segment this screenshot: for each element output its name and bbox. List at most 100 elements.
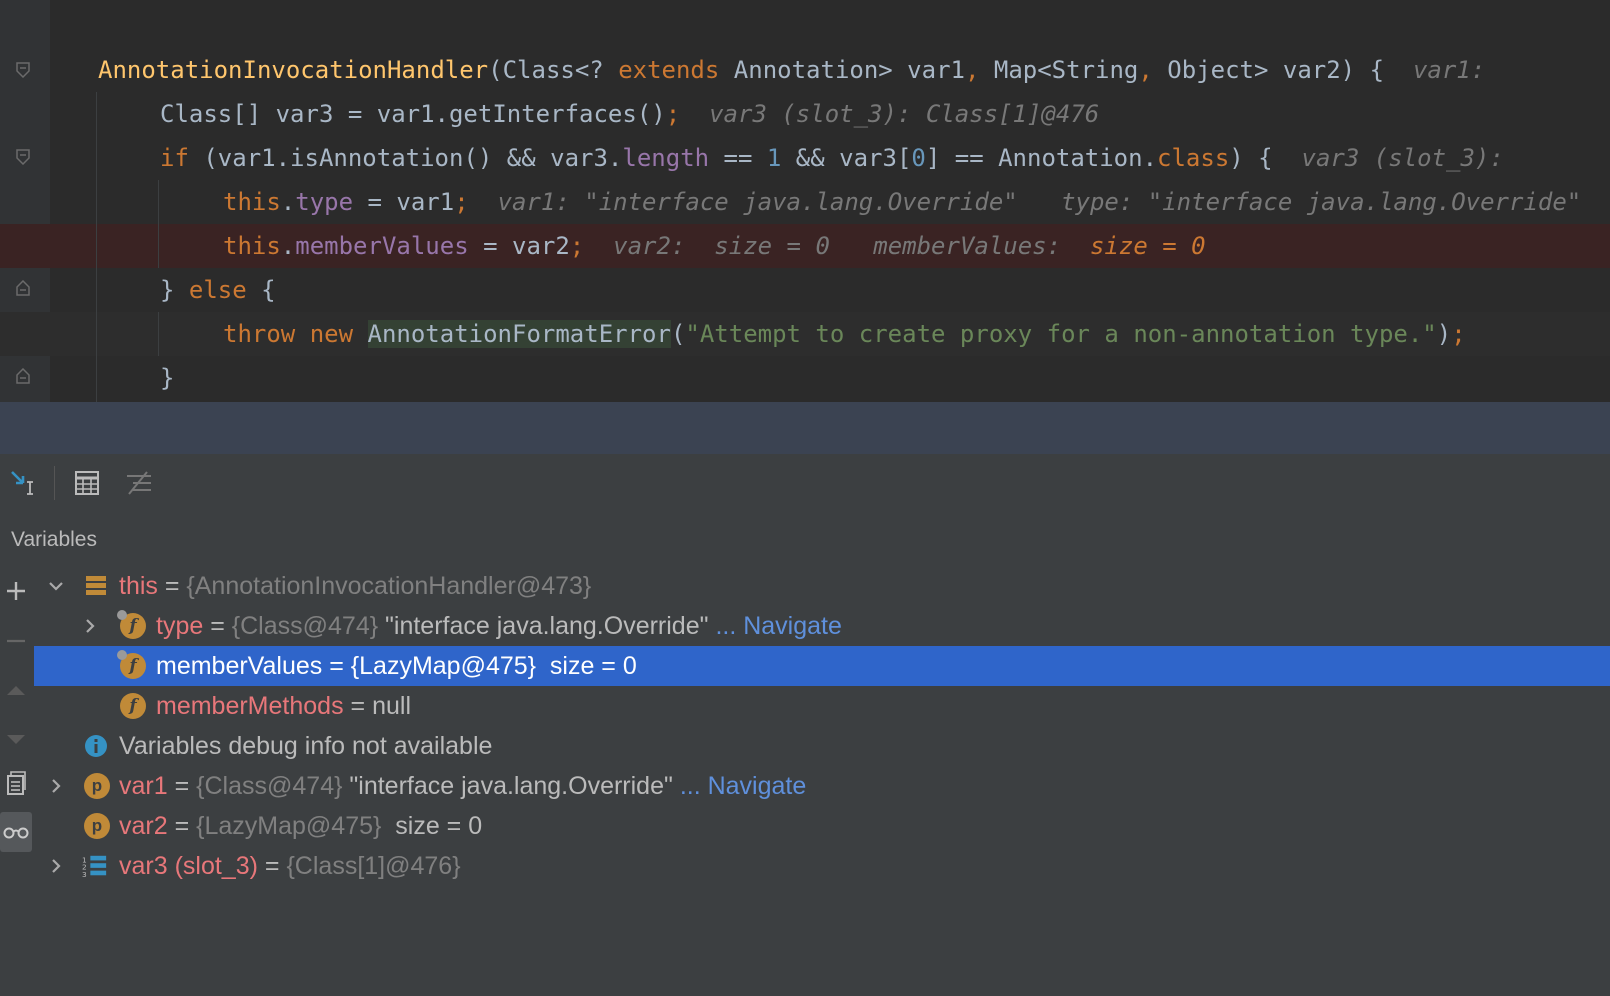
variable-value: {Class[1]@476} [286,852,461,880]
remove-watch-icon[interactable] [0,624,32,658]
move-down-icon[interactable] [0,722,32,756]
code-token: 1 [766,144,782,172]
info-icon [85,735,107,757]
code-token: "Attempt to create proxy for a non-annot… [685,320,1437,348]
code-token: 0 [911,144,926,172]
variables-tree[interactable]: this = {AnnotationInvocationHandler@473}… [34,566,1610,996]
code-token: this [223,232,281,260]
code-token: && var3[ [781,144,912,172]
code-token: AnnotationFormatError [367,320,671,348]
tree-row-var2[interactable]: p var2 = {LazyMap@475} size = 0 [34,806,1610,846]
variable-value: {LazyMap@475} [196,812,382,840]
code-token: { [246,276,276,304]
equals-sign: = [203,612,232,640]
parameter-icon: p [84,813,110,839]
code-line: } else { [0,268,1610,312]
cursor-to-line-icon[interactable] [6,466,40,500]
indent-guide [158,180,159,268]
code-token: else [188,276,247,304]
move-up-icon[interactable] [0,674,32,708]
variable-name: var1 [119,772,168,800]
copy-icon[interactable] [0,766,32,800]
chevron-down-icon[interactable] [48,578,64,594]
field-icon: f [117,650,146,679]
code-text: AnnotationInvocationHandler(Class<? exte… [98,48,1485,92]
code-token: if [160,144,189,172]
variable-value: {Class@474} [196,772,343,800]
code-token: ) { [1229,144,1302,172]
code-text: if (var1.isAnnotation() && var3.length =… [160,136,1504,180]
code-text: Class[] var3 = var1.getInterfaces(); var… [160,92,1099,136]
tree-row-membermethods[interactable]: f memberMethods = null [34,686,1610,726]
code-token: . [280,232,296,260]
code-token: class [1157,144,1230,172]
code-token: , [964,56,980,84]
panel-splitter[interactable] [0,402,1610,454]
equals-sign: = [167,812,197,840]
navigate-link[interactable]: ... Navigate [709,612,841,640]
variable-value: {LazyMap@475} [350,652,537,680]
add-watch-icon[interactable] [0,574,32,608]
code-token: ) [1436,320,1452,348]
tree-row-var3[interactable]: 123 var3 (slot_3) = {Class[1]@476} [34,846,1610,886]
code-line: AnnotationInvocationHandler(Class<? exte… [0,48,1610,92]
code-token: ; [1451,320,1466,348]
code-token: throw new [223,320,354,348]
variable-name: memberMethods [156,692,344,720]
variable-value: {AnnotationInvocationHandler@473} [186,572,592,600]
code-line: if (var1.isAnnotation() && var3.length =… [0,136,1610,180]
code-token: Object> var2) { [1152,56,1413,84]
code-token: ; [665,100,681,128]
code-line: throw new AnnotationFormatError("Attempt… [0,312,1610,356]
code-token: memberValues [295,232,469,260]
code-text: } else { [160,268,276,312]
variables-side-rail [0,566,35,996]
variable-name: type [156,612,204,640]
debug-toolbar [0,454,1610,513]
chevron-right-icon[interactable] [48,858,64,874]
indent-guide [158,312,159,356]
code-line: } [0,356,1610,400]
tree-list-icon[interactable] [122,466,156,500]
code-token: } [160,276,189,304]
variable-size: size = 0 [381,812,483,840]
equals-sign: = [257,852,287,880]
equals-sign: = [167,772,197,800]
tree-row-this[interactable]: this = {AnnotationInvocationHandler@473} [34,566,1610,606]
variables-panel-title: Variables [11,528,97,551]
tree-row-info: Variables debug info not available [34,726,1610,766]
code-token: length [622,144,710,172]
code-token: == [709,144,767,172]
equals-sign: = [343,692,373,720]
code-text: throw new AnnotationFormatError("Attempt… [223,312,1466,356]
tree-row-var1[interactable]: p var1 = {Class@474} "interface java.lan… [34,766,1610,806]
equals-sign: = [157,572,187,600]
code-line: this.type = var1; var1: "interface java.… [0,180,1610,224]
chevron-right-icon[interactable] [82,618,98,634]
code-token: } [160,364,175,392]
variable-value: null [372,692,411,720]
tree-row-membervalues[interactable]: f memberValues = {LazyMap@475} size = 0 [34,646,1610,686]
code-editor[interactable]: AnnotationInvocationHandler(Class<? exte… [0,0,1610,402]
variable-name: var3 (slot_3) [119,852,258,880]
equals-sign: = [322,652,351,680]
variable-string-value: "interface java.lang.Override" [378,612,709,640]
code-token: Annotation> var1 [719,56,965,84]
chevron-right-icon[interactable] [48,778,64,794]
tree-row-type[interactable]: f type = {Class@474} "interface java.lan… [34,606,1610,646]
inline-debug-hint: var2: size = 0 memberValues: [613,232,1090,260]
table-icon[interactable] [70,466,104,500]
code-token: ] == Annotation. [925,144,1158,172]
inline-debug-hint: var3 (slot_3): Class[1]@476 [709,100,1100,128]
code-token: Map<String [979,56,1139,84]
code-token: ; [569,232,585,260]
variable-name: this [119,572,158,600]
code-line-current: this.memberValues = var2; var2: size = 0… [0,224,1610,268]
code-token: (Class<? [488,56,619,84]
watch-glasses-icon[interactable] [0,812,32,852]
navigate-link[interactable]: ... Navigate [673,772,806,800]
svg-text:3: 3 [82,870,87,879]
inline-debug-hint: size = 0 [1089,232,1206,260]
variable-value: {Class@474} [231,612,379,640]
